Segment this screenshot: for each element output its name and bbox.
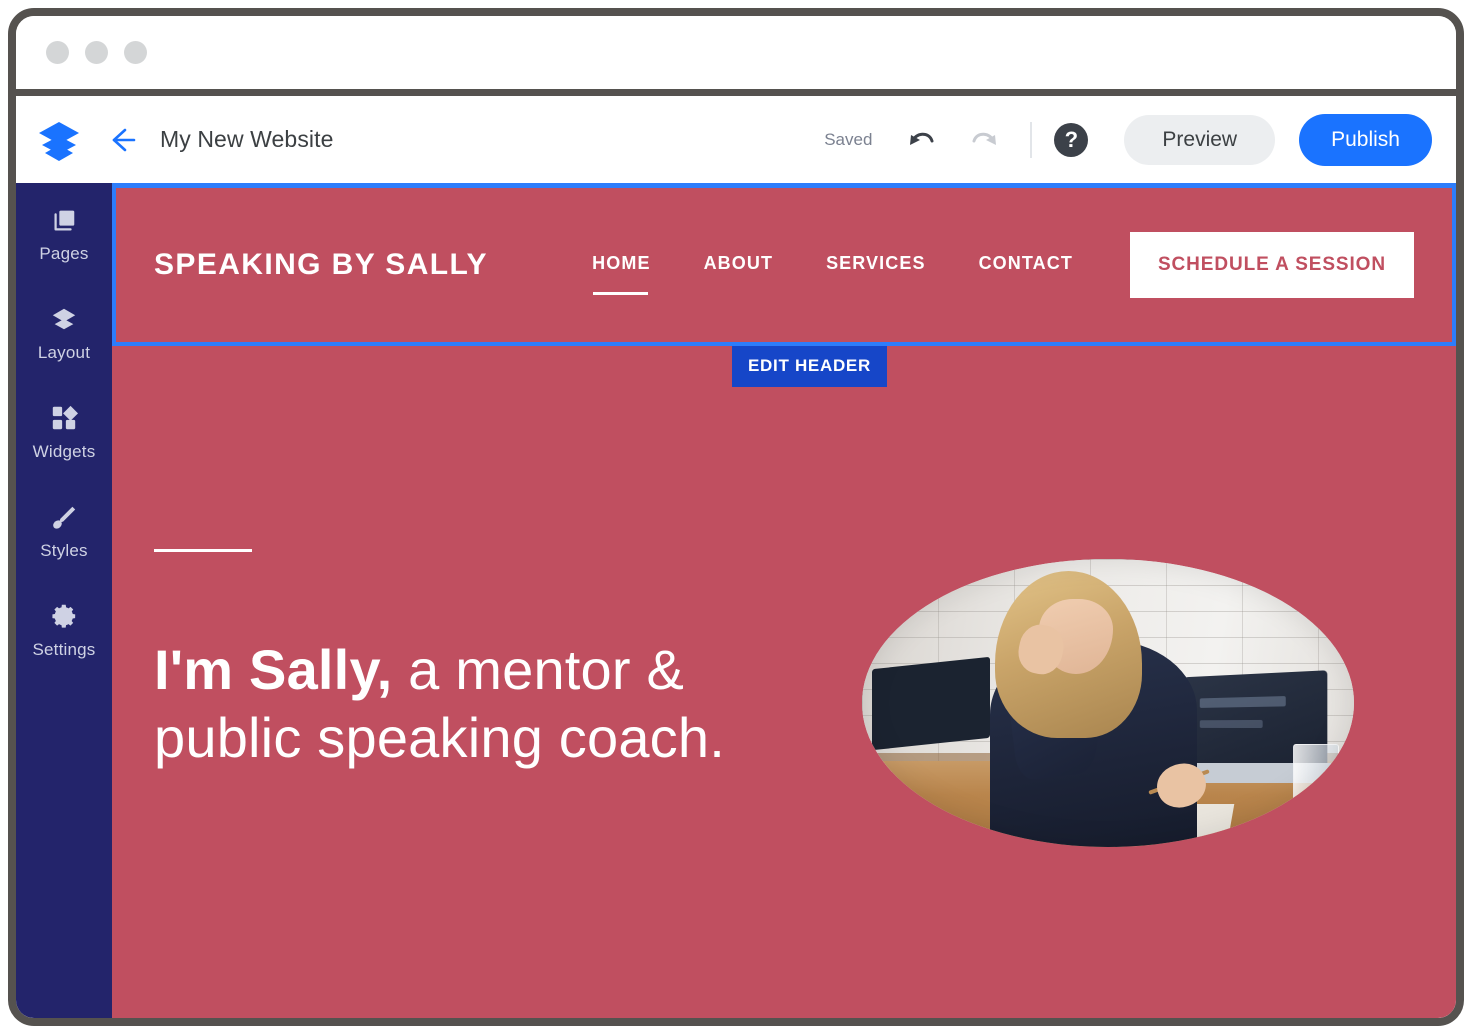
hero-heading-bold: I'm Sally,	[154, 638, 393, 701]
question-mark-icon[interactable]: ?	[1054, 122, 1089, 157]
sidebar-item-label: Widgets	[32, 442, 96, 461]
pages-icon	[49, 205, 79, 235]
hero-photo[interactable]	[862, 559, 1354, 847]
back-arrow-icon[interactable]	[104, 123, 138, 157]
site-navigation: HOME ABOUT SERVICES CONTACT SCHEDULE A S…	[592, 232, 1414, 298]
paintbrush-icon	[49, 502, 79, 532]
hero-heading-rest: a mentor &	[392, 638, 685, 701]
hero-section: I'm Sally, a mentor & public speaking co…	[112, 346, 1456, 847]
hero-heading-line2: public speaking coach.	[154, 706, 725, 770]
redo-icon[interactable]	[964, 120, 1004, 160]
editor-sidebar: Pages Layout Widgets Styles Settings	[16, 183, 112, 1018]
photo-water-glass	[1292, 744, 1340, 810]
editor-toolbar: My New Website Saved ? Preview Publish	[16, 96, 1456, 183]
preview-button[interactable]: Preview	[1124, 114, 1276, 165]
editor-body: Pages Layout Widgets Styles Settings SPE…	[16, 183, 1456, 1018]
nav-item-services[interactable]: SERVICES	[826, 253, 926, 278]
widgets-grid-icon	[49, 403, 79, 433]
nav-item-about[interactable]: ABOUT	[704, 253, 774, 278]
site-header: SPEAKING BY SALLY HOME ABOUT SERVICES CO…	[116, 188, 1452, 342]
nav-item-home[interactable]: HOME	[592, 253, 650, 295]
hero-text-block: I'm Sally, a mentor & public speaking co…	[154, 549, 854, 773]
toolbar-divider	[1030, 121, 1033, 158]
sidebar-item-settings[interactable]: Settings	[16, 601, 112, 660]
sidebar-item-label: Styles	[40, 541, 88, 560]
publish-button[interactable]: Publish	[1299, 113, 1432, 166]
layers-icon[interactable]	[36, 119, 82, 161]
sidebar-item-label: Settings	[32, 640, 96, 659]
browser-titlebar	[16, 16, 1456, 96]
schedule-a-session-button[interactable]: SCHEDULE A SESSION	[1129, 232, 1414, 298]
window-dot-close[interactable]	[46, 41, 69, 64]
sidebar-item-widgets[interactable]: Widgets	[16, 403, 112, 462]
sidebar-item-styles[interactable]: Styles	[16, 502, 112, 561]
page-canvas: SPEAKING BY SALLY HOME ABOUT SERVICES CO…	[112, 183, 1456, 1018]
nav-item-contact[interactable]: CONTACT	[979, 253, 1073, 278]
sidebar-item-label: Pages	[39, 244, 89, 263]
browser-window-frame: My New Website Saved ? Preview Publish P…	[8, 8, 1464, 1026]
undo-icon[interactable]	[902, 120, 942, 160]
site-brand-logo[interactable]: SPEAKING BY SALLY	[154, 248, 488, 282]
toolbar-actions: Saved ? Preview Publish	[824, 113, 1432, 166]
save-status-label: Saved	[824, 129, 873, 149]
photo-laptop-left	[871, 656, 990, 750]
sidebar-item-layout[interactable]: Layout	[16, 304, 112, 363]
woman-on-phone-at-desk-photo	[862, 559, 1354, 847]
edit-header-badge[interactable]: EDIT HEADER	[732, 346, 887, 387]
site-title: My New Website	[160, 126, 334, 152]
header-block-selected[interactable]: SPEAKING BY SALLY HOME ABOUT SERVICES CO…	[112, 183, 1456, 346]
window-dot-maximize[interactable]	[124, 41, 147, 64]
gear-icon	[49, 601, 79, 631]
hero-heading: I'm Sally, a mentor & public speaking co…	[154, 636, 854, 773]
hero-divider-line	[154, 549, 252, 552]
sidebar-item-pages[interactable]: Pages	[16, 205, 112, 264]
layers-diamond-icon	[49, 304, 79, 334]
sidebar-item-label: Layout	[37, 343, 91, 362]
window-dot-minimize[interactable]	[85, 41, 108, 64]
